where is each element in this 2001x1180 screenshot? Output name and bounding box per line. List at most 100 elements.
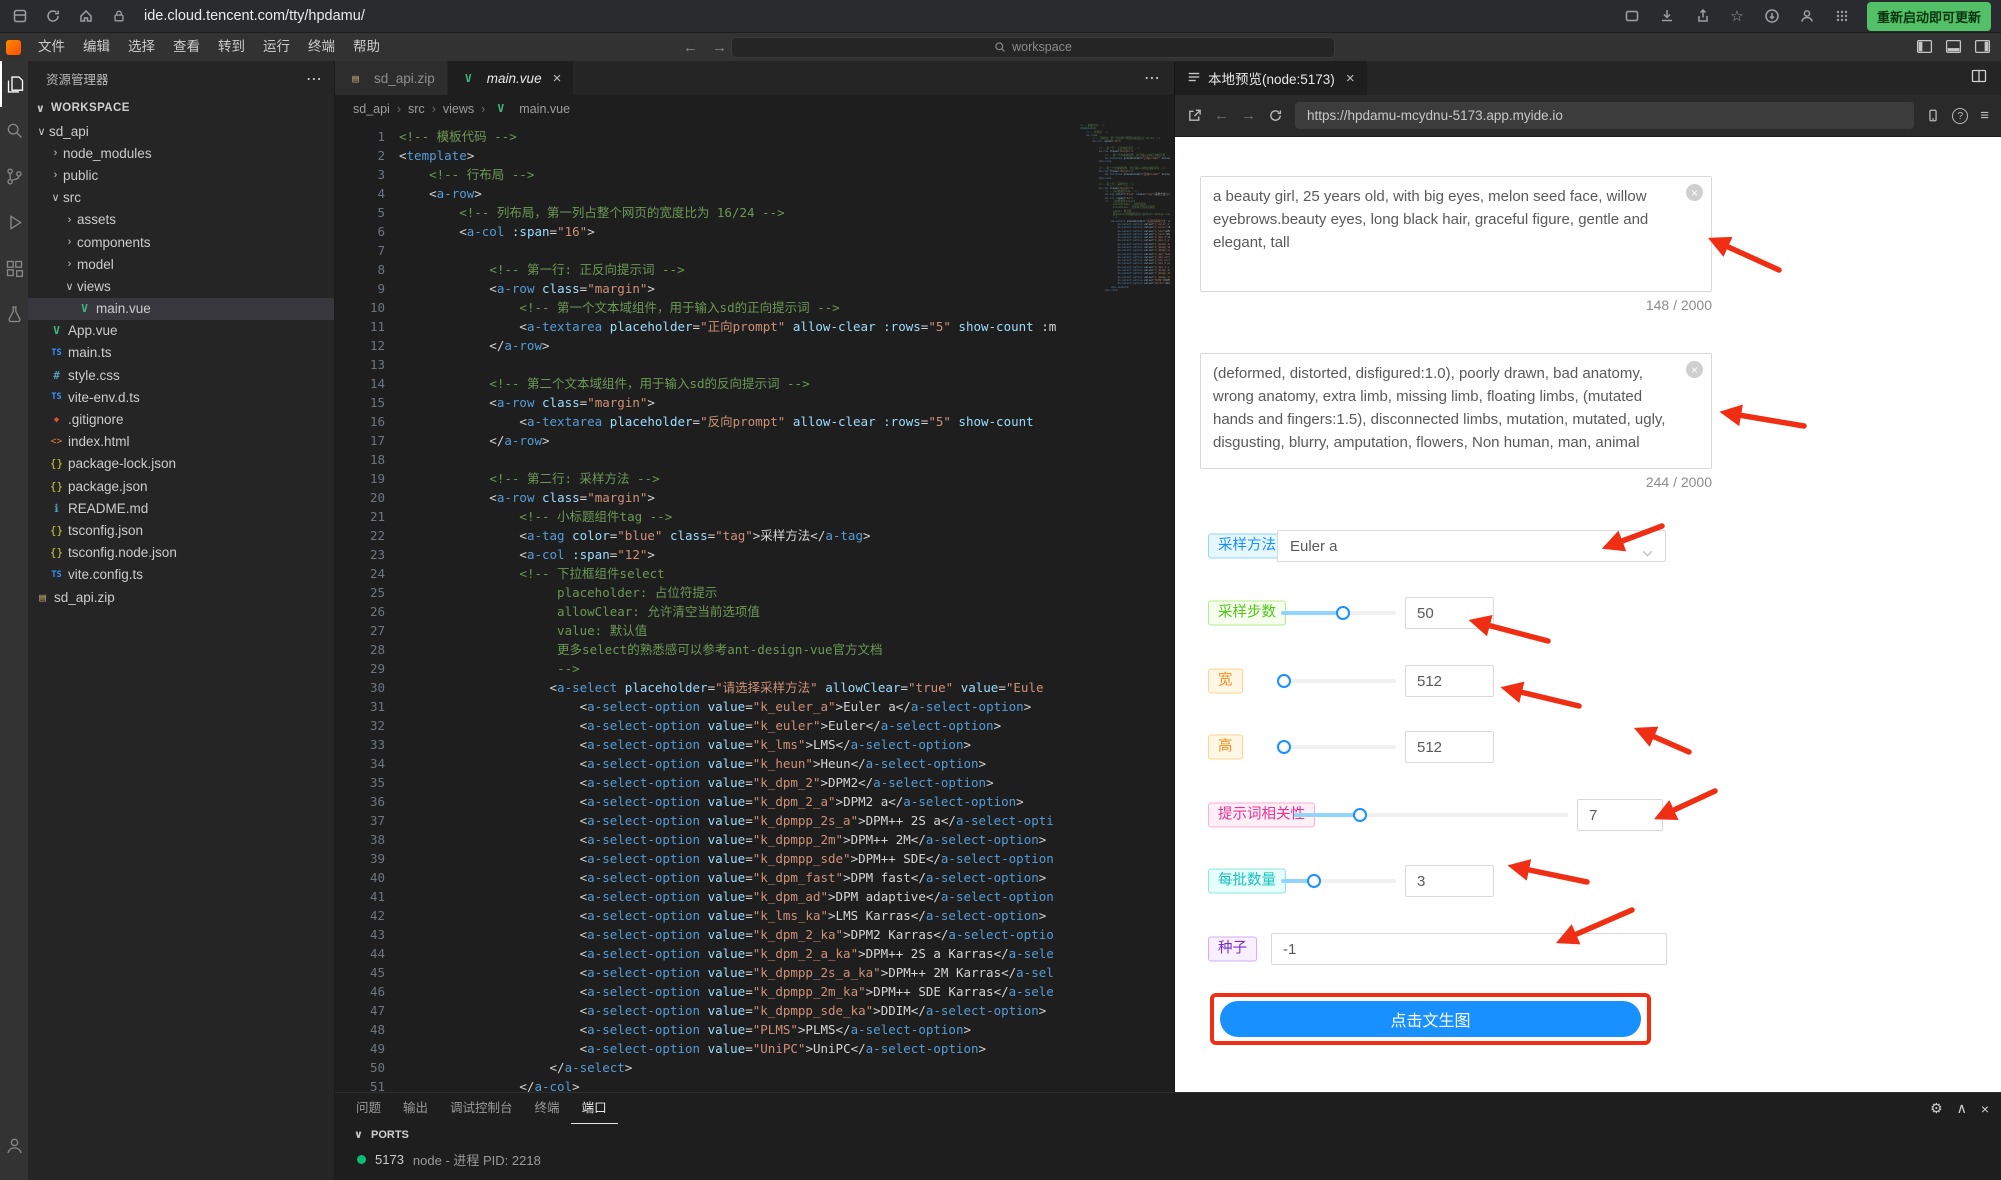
- tree-item-vite-config-ts[interactable]: TSvite.config.ts: [28, 564, 334, 586]
- browser-url[interactable]: ide.cloud.tencent.com/tty/hpdamu/: [144, 8, 365, 24]
- tree-item-vite-env-d-ts[interactable]: TSvite-env.d.ts: [28, 386, 334, 408]
- lock-icon[interactable]: [109, 6, 129, 26]
- preview-forward-icon[interactable]: →: [1241, 107, 1256, 124]
- tabs-grid-icon[interactable]: [10, 6, 30, 26]
- more-actions-icon[interactable]: ⋯: [306, 69, 322, 89]
- width-slider-handle[interactable]: [1277, 674, 1291, 688]
- help-icon[interactable]: ?: [1952, 108, 1968, 124]
- generate-image-button[interactable]: 点击文生图: [1220, 1001, 1641, 1037]
- batch-input[interactable]: 3: [1405, 865, 1494, 897]
- steps-input[interactable]: 50: [1405, 597, 1494, 629]
- cfg-slider-handle[interactable]: [1353, 808, 1367, 822]
- panel-tab-item[interactable]: 终端: [524, 1093, 571, 1124]
- home-icon[interactable]: [76, 6, 96, 26]
- bookmark-star-icon[interactable]: ☆: [1727, 6, 1747, 26]
- preview-reload-icon[interactable]: [1268, 108, 1283, 123]
- reload-icon[interactable]: [43, 6, 63, 26]
- history-back-icon[interactable]: ←: [683, 39, 698, 56]
- tree-item-gitignore[interactable]: ◆.gitignore: [28, 408, 334, 430]
- split-editor-icon[interactable]: [1971, 68, 1987, 89]
- tree-item-package-json[interactable]: {}package.json: [28, 475, 334, 497]
- tree-item-index-html[interactable]: <>index.html: [28, 431, 334, 453]
- test-flask-icon[interactable]: [0, 291, 28, 337]
- tree-item-main-vue[interactable]: Vmain.vue: [28, 298, 334, 320]
- tree-item-style-css[interactable]: #style.css: [28, 364, 334, 386]
- menu-item[interactable]: 选择: [119, 33, 164, 61]
- menu-item[interactable]: 运行: [254, 33, 299, 61]
- ports-section-header[interactable]: ∨ PORTS: [351, 1128, 2001, 1141]
- run-debug-icon[interactable]: [0, 199, 28, 245]
- panel-tab-item[interactable]: 问题: [345, 1093, 392, 1124]
- cfg-input[interactable]: 7: [1577, 799, 1663, 831]
- sampler-select[interactable]: Euler a: [1277, 530, 1666, 562]
- batch-slider-handle[interactable]: [1307, 874, 1321, 888]
- tree-item-sd-api[interactable]: ∨sd_api: [28, 120, 334, 142]
- width-input[interactable]: 512: [1405, 665, 1494, 697]
- breadcrumb-item[interactable]: views: [443, 102, 474, 116]
- extensions-icon[interactable]: [0, 245, 28, 291]
- menu-item[interactable]: 终端: [299, 33, 344, 61]
- close-icon[interactable]: ×: [553, 70, 562, 87]
- tab-sd-api-zip[interactable]: ▤sd_api.zip: [335, 61, 448, 95]
- device-toolbar-icon[interactable]: [1926, 108, 1940, 123]
- toggle-secondary-sidebar-icon[interactable]: [1974, 38, 1991, 58]
- preview-menu-icon[interactable]: ≡: [1980, 107, 1989, 124]
- downloads-icon[interactable]: [1762, 6, 1782, 26]
- cfg-slider[interactable]: [1294, 813, 1568, 817]
- minimap[interactable]: <!-- 模板代码 --><template> <!-- 行布局 --> <a-…: [1080, 124, 1170, 292]
- tree-item-node-modules[interactable]: ›node_modules: [28, 142, 334, 164]
- tab-main-vue[interactable]: Vmain.vue×: [448, 61, 575, 95]
- tree-item-views[interactable]: ∨views: [28, 275, 334, 297]
- height-slider-handle[interactable]: [1277, 740, 1291, 754]
- editor-actions-more-icon[interactable]: ⋯: [1144, 61, 1174, 95]
- tree-item-tsconfig-json[interactable]: {}tsconfig.json: [28, 519, 334, 541]
- height-input[interactable]: 512: [1405, 731, 1494, 763]
- port-row[interactable]: 5173 node - 进程 PID: 2218: [357, 1150, 2001, 1169]
- tree-item-main-ts[interactable]: TSmain.ts: [28, 342, 334, 364]
- negative-prompt-textarea[interactable]: (deformed, distorted, disfigured:1.0), p…: [1200, 353, 1712, 469]
- tree-item-model[interactable]: ›model: [28, 253, 334, 275]
- steps-slider[interactable]: [1281, 611, 1396, 615]
- positive-prompt-textarea[interactable]: a beauty girl, 25 years old, with big ey…: [1200, 176, 1712, 292]
- menu-item[interactable]: 编辑: [74, 33, 119, 61]
- panel-tab-item[interactable]: 调试控制台: [439, 1093, 524, 1124]
- explorer-icon[interactable]: [0, 61, 28, 107]
- menu-item[interactable]: 查看: [164, 33, 209, 61]
- tree-item-public[interactable]: ›public: [28, 164, 334, 186]
- panel-tab-item[interactable]: 输出: [392, 1093, 439, 1124]
- open-external-icon[interactable]: [1187, 108, 1202, 123]
- workspace-section-header[interactable]: ∨ WORKSPACE: [28, 96, 334, 120]
- breadcrumb-item[interactable]: sd_api: [353, 102, 390, 116]
- breadcrumb-item[interactable]: main.vue: [519, 102, 570, 116]
- tree-item-sd-api-zip[interactable]: ▤sd_api.zip: [28, 586, 334, 608]
- clear-icon[interactable]: ×: [1686, 184, 1703, 201]
- gear-icon[interactable]: ⚙: [1930, 1100, 1943, 1117]
- tree-item-tsconfig-node-json[interactable]: {}tsconfig.node.json: [28, 542, 334, 564]
- restart-update-button[interactable]: 重新启动即可更新: [1867, 2, 1991, 31]
- breadcrumb[interactable]: sd_api›src›views›Vmain.vue: [335, 95, 1174, 122]
- code-editor[interactable]: 1234567891011121314151617181920212223242…: [335, 122, 1174, 1092]
- tree-item-readme-md[interactable]: ℹREADME.md: [28, 497, 334, 519]
- toggle-panel-icon[interactable]: [1945, 38, 1962, 58]
- close-icon[interactable]: ×: [1981, 1101, 1989, 1117]
- tree-item-components[interactable]: ›components: [28, 231, 334, 253]
- preview-url-input[interactable]: https://hpdamu-mcydnu-5173.app.myide.io: [1295, 102, 1914, 129]
- chevron-up-icon[interactable]: ∧: [1957, 1100, 1967, 1117]
- batch-slider[interactable]: [1281, 879, 1396, 883]
- tree-item-src[interactable]: ∨src: [28, 187, 334, 209]
- apps-grid-icon[interactable]: [1832, 6, 1852, 26]
- tree-item-assets[interactable]: ›assets: [28, 209, 334, 231]
- steps-slider-handle[interactable]: [1336, 606, 1350, 620]
- history-forward-icon[interactable]: →: [712, 39, 727, 56]
- search-icon[interactable]: [0, 107, 28, 153]
- seed-input[interactable]: -1: [1271, 933, 1667, 965]
- width-slider[interactable]: [1281, 679, 1396, 683]
- breadcrumb-item[interactable]: src: [408, 102, 425, 116]
- tab-local-preview[interactable]: 本地预览(node:5173) ×: [1175, 61, 1368, 95]
- tree-item-package-lock-json[interactable]: {}package-lock.json: [28, 453, 334, 475]
- height-slider[interactable]: [1281, 745, 1396, 749]
- tree-item-app-vue[interactable]: VApp.vue: [28, 320, 334, 342]
- close-icon[interactable]: ×: [1346, 70, 1355, 87]
- menu-item[interactable]: 文件: [29, 33, 74, 61]
- code-content[interactable]: <!-- 模板代码 --><template> <!-- 行布局 --> <a-…: [399, 127, 1076, 1092]
